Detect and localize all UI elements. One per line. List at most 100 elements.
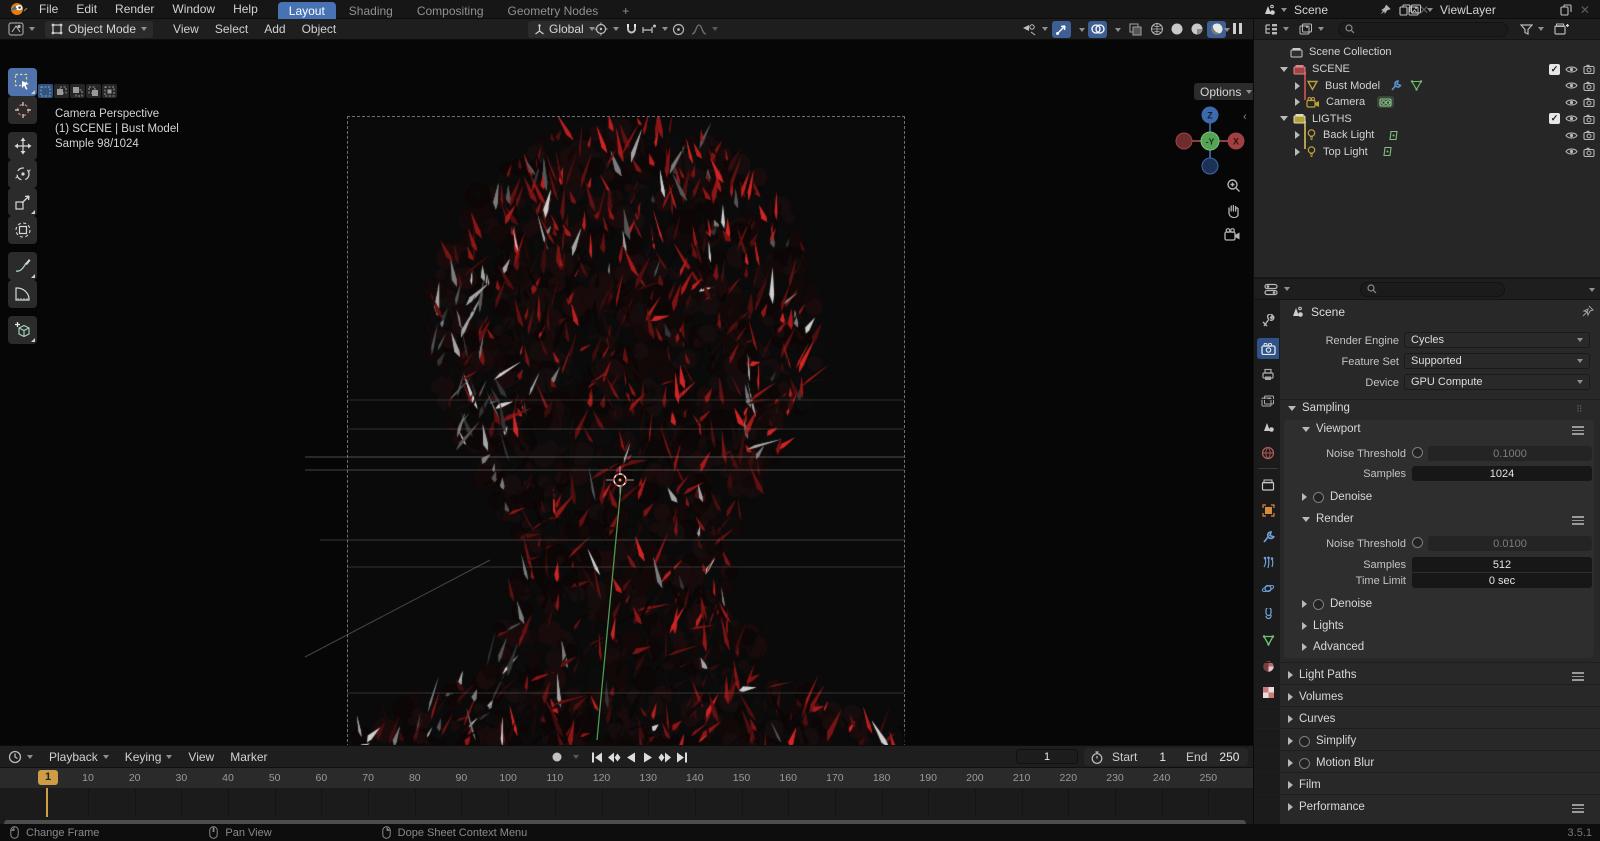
camera-view-icon[interactable] xyxy=(1224,228,1241,241)
xray-toggle[interactable] xyxy=(1126,21,1145,38)
start-frame-field[interactable]: 1 xyxy=(1159,750,1166,764)
tool-add-cube[interactable] xyxy=(8,316,37,344)
shading-material-button[interactable] xyxy=(1187,21,1206,38)
menu-add[interactable]: Add xyxy=(256,22,293,36)
outliner-row-bust-model[interactable]: Bust Model xyxy=(1254,78,1600,95)
tab-tool[interactable] xyxy=(1257,310,1279,331)
menu-view-timeline[interactable]: View xyxy=(180,750,222,764)
tab-object[interactable] xyxy=(1257,500,1279,521)
editor-type-button[interactable] xyxy=(8,22,35,36)
menu-help[interactable]: Help xyxy=(224,0,267,19)
disable-render-icon[interactable] xyxy=(1583,81,1595,91)
subpanel-render-denoise[interactable]: Denoise xyxy=(1302,598,1372,610)
outliner-search-input[interactable] xyxy=(1338,22,1508,37)
playhead-line[interactable] xyxy=(46,788,48,817)
play-reverse-button[interactable] xyxy=(622,749,639,765)
disclosure-closed-icon[interactable] xyxy=(1295,98,1300,106)
next-keyframe-button[interactable] xyxy=(656,749,673,765)
select-mode-subtract[interactable] xyxy=(70,84,85,98)
proportional-falloff-dropdown[interactable] xyxy=(691,23,718,36)
panel-motion-blur[interactable]: Motion Blur xyxy=(1288,757,1374,769)
tool-move[interactable] xyxy=(8,132,37,160)
panel-performance[interactable]: Performance xyxy=(1288,801,1365,813)
disclosure-open-icon[interactable] xyxy=(1280,116,1288,121)
panel-curves[interactable]: Curves xyxy=(1288,713,1335,725)
remove-viewlayer-icon[interactable]: ✕ xyxy=(1580,3,1590,17)
subpanel-viewport-denoise[interactable]: Denoise xyxy=(1302,491,1372,503)
outliner-display-mode-button[interactable] xyxy=(1264,23,1289,35)
panel-film[interactable]: Film xyxy=(1288,779,1321,791)
zoom-icon[interactable] xyxy=(1226,178,1241,193)
render-noise-threshold-checkbox[interactable] xyxy=(1412,537,1423,548)
tab-texture[interactable] xyxy=(1257,682,1279,703)
outliner-filter-collection-button[interactable] xyxy=(1299,23,1324,35)
tab-physics[interactable] xyxy=(1257,578,1279,599)
collection-checkbox[interactable]: ✓ xyxy=(1549,64,1560,75)
previous-keyframe-button[interactable] xyxy=(605,749,622,765)
timeline-track-area[interactable] xyxy=(0,788,1253,817)
pin-id-icon[interactable] xyxy=(1582,305,1594,317)
disclosure-closed-icon[interactable] xyxy=(1295,82,1300,90)
tab-collection[interactable] xyxy=(1257,474,1279,495)
menu-playback[interactable]: Playback xyxy=(41,750,117,764)
tab-constraints[interactable] xyxy=(1257,604,1279,625)
disable-render-icon[interactable] xyxy=(1583,64,1595,74)
select-mode-extend[interactable] xyxy=(54,84,69,98)
viewport-3d[interactable]: Options Camera Perspective (1) SCENE | B… xyxy=(0,40,1253,745)
navigation-gizmo[interactable]: Z X -Y xyxy=(1172,102,1248,178)
viewlayer-selector[interactable]: ViewLayer xyxy=(1440,3,1496,17)
menu-keying[interactable]: Keying xyxy=(117,750,181,764)
overlays-dropdown[interactable] xyxy=(1115,28,1121,32)
menu-edit[interactable]: Edit xyxy=(67,0,106,19)
viewlayer-selector-chevron[interactable] xyxy=(1427,8,1433,12)
workspace-tab-layout[interactable]: Layout xyxy=(278,2,336,19)
gizmos-toggle[interactable] xyxy=(1052,21,1071,38)
panel-sampling[interactable]: Sampling xyxy=(1288,402,1350,414)
tool-transform[interactable] xyxy=(8,216,37,244)
gizmos-dropdown[interactable] xyxy=(1079,28,1085,32)
disclosure-open-icon[interactable] xyxy=(1280,67,1288,72)
timeline-editor-type-button[interactable] xyxy=(8,750,33,764)
auto-keying-toggle[interactable] xyxy=(551,751,563,763)
snap-target-dropdown[interactable] xyxy=(641,23,668,36)
current-frame-badge[interactable]: 1 xyxy=(38,770,58,785)
pan-hand-icon[interactable] xyxy=(1226,203,1241,218)
hide-eye-icon[interactable] xyxy=(1565,131,1578,140)
pivot-point-dropdown[interactable] xyxy=(594,22,619,36)
feature-set-dropdown[interactable]: Supported xyxy=(1404,353,1590,369)
menu-object[interactable]: Object xyxy=(294,22,345,36)
tool-rotate[interactable] xyxy=(8,160,37,188)
disable-render-icon[interactable] xyxy=(1583,147,1595,157)
breadcrumb-label[interactable]: Scene xyxy=(1311,305,1345,319)
time-limit-field[interactable]: 0 sec xyxy=(1412,573,1592,588)
hide-eye-icon[interactable] xyxy=(1565,81,1578,90)
shading-wireframe-button[interactable] xyxy=(1147,21,1166,38)
preset-icon[interactable] xyxy=(1572,426,1584,435)
shading-dropdown[interactable] xyxy=(1224,28,1230,32)
timeline-ruler[interactable]: 1020304050607080901001101201301401501601… xyxy=(0,768,1253,788)
hide-eye-icon[interactable] xyxy=(1565,98,1578,107)
scene-selector-chevron[interactable] xyxy=(1281,8,1287,12)
jump-to-end-button[interactable] xyxy=(673,749,690,765)
disable-render-icon[interactable] xyxy=(1583,130,1595,140)
scene-icon[interactable] xyxy=(1262,4,1276,16)
disable-render-icon[interactable] xyxy=(1583,97,1595,107)
overlays-toggle[interactable] xyxy=(1088,21,1107,38)
properties-editor-type-button[interactable] xyxy=(1264,283,1290,296)
pin-icon[interactable] xyxy=(1380,4,1391,15)
viewport-samples-field[interactable]: 1024 xyxy=(1412,466,1592,481)
tab-scene[interactable] xyxy=(1257,416,1279,437)
workspace-tab-geometry-nodes[interactable]: Geometry Nodes xyxy=(497,2,610,19)
viewport-noise-threshold-field[interactable]: 0.1000 xyxy=(1428,446,1592,461)
properties-options-dropdown[interactable] xyxy=(1589,288,1595,292)
snap-toggle[interactable] xyxy=(625,23,638,36)
menu-marker[interactable]: Marker xyxy=(222,750,275,764)
render-engine-dropdown[interactable]: Cycles xyxy=(1404,332,1590,348)
workspace-tab-compositing[interactable]: Compositing xyxy=(406,2,495,19)
select-mode-intersect[interactable] xyxy=(102,84,117,98)
outliner-row-back-light[interactable]: Back Light xyxy=(1254,127,1600,144)
outliner-row-camera[interactable]: Camera xyxy=(1254,94,1600,111)
panel-simplify[interactable]: Simplify xyxy=(1288,735,1356,747)
hide-eye-icon[interactable] xyxy=(1565,114,1578,123)
tab-world[interactable] xyxy=(1257,442,1279,463)
